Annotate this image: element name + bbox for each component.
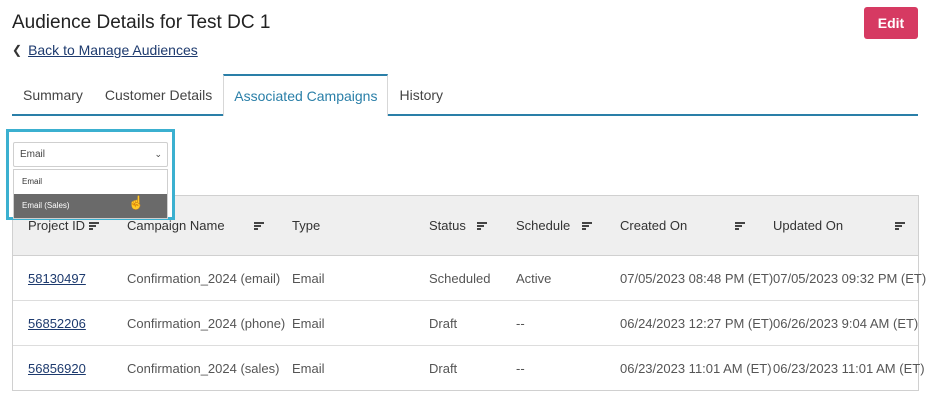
type-cell: Email xyxy=(292,316,325,331)
campaigns-table: Project ID Campaign Name Type Status Sch… xyxy=(12,195,926,391)
type-cell: Email xyxy=(292,271,325,286)
column-status: Status xyxy=(429,218,466,233)
tab-summary[interactable]: Summary xyxy=(12,74,94,114)
updated-on-cell: 07/05/2023 09:32 PM (ET) xyxy=(773,271,927,286)
campaign-name-cell: Confirmation_2024 (email) xyxy=(127,271,281,286)
chevron-down-icon: ⌄ xyxy=(154,149,162,159)
sort-icon[interactable] xyxy=(895,222,905,230)
created-on-cell: 06/24/2023 12:27 PM (ET) xyxy=(620,316,774,331)
status-cell: Draft xyxy=(429,316,458,331)
campaign-type-filter: Email ⌄ Email Email (Sales) ☝ xyxy=(6,129,175,220)
project-id-link[interactable]: 56852206 xyxy=(28,301,86,346)
select-value: Email xyxy=(20,149,46,160)
table-row: 56852206 Confirmation_2024 (phone) Email… xyxy=(13,301,918,346)
schedule-cell: -- xyxy=(516,361,525,376)
updated-on-cell: 06/26/2023 9:04 AM (ET) xyxy=(773,316,919,331)
tab-history[interactable]: History xyxy=(388,74,454,114)
project-id-link[interactable]: 58130497 xyxy=(28,256,86,301)
sort-icon[interactable] xyxy=(582,222,592,230)
campaign-name-cell: Confirmation_2024 (phone) xyxy=(127,316,286,331)
created-on-cell: 07/05/2023 08:48 PM (ET) xyxy=(620,271,774,286)
type-cell: Email xyxy=(292,361,325,376)
created-on-cell: 06/23/2023 11:01 AM (ET) xyxy=(620,361,772,376)
column-created-on: Created On xyxy=(620,218,688,233)
tab-customer-details[interactable]: Customer Details xyxy=(94,74,223,114)
campaign-name-cell: Confirmation_2024 (sales) xyxy=(127,361,280,376)
column-type: Type xyxy=(292,218,321,233)
dropdown-options: Email Email (Sales) xyxy=(13,169,168,219)
status-cell: Scheduled xyxy=(429,271,491,286)
page-title: Audience Details for Test DC 1 xyxy=(12,12,271,33)
tab-associated-campaigns[interactable]: Associated Campaigns xyxy=(223,74,389,116)
sort-icon[interactable] xyxy=(254,222,264,230)
column-schedule: Schedule xyxy=(516,218,571,233)
chevron-left-icon: ❮ xyxy=(12,43,23,57)
table-row: 58130497 Confirmation_2024 (email) Email… xyxy=(13,256,926,301)
sort-icon[interactable] xyxy=(477,222,487,230)
schedule-cell: -- xyxy=(516,316,525,331)
status-cell: Draft xyxy=(429,361,458,376)
sort-icon[interactable] xyxy=(735,222,745,230)
hand-cursor-icon: ☝ xyxy=(128,195,145,210)
sort-icon[interactable] xyxy=(89,222,99,230)
campaign-type-select[interactable]: Email ⌄ xyxy=(13,142,168,167)
tab-bar: Summary Customer Details Associated Camp… xyxy=(12,74,918,116)
project-id-link[interactable]: 56856920 xyxy=(28,346,86,391)
updated-on-cell: 06/23/2023 11:01 AM (ET) xyxy=(773,361,925,376)
back-link-label: Back to Manage Audiences xyxy=(28,42,198,58)
schedule-cell: Active xyxy=(516,271,552,286)
table-row: 56856920 Confirmation_2024 (sales) Email… xyxy=(13,346,925,391)
column-updated-on: Updated On xyxy=(773,218,844,233)
edit-button[interactable]: Edit xyxy=(864,7,918,39)
back-link[interactable]: ❮ Back to Manage Audiences xyxy=(12,42,198,58)
option-email[interactable]: Email xyxy=(14,170,167,194)
